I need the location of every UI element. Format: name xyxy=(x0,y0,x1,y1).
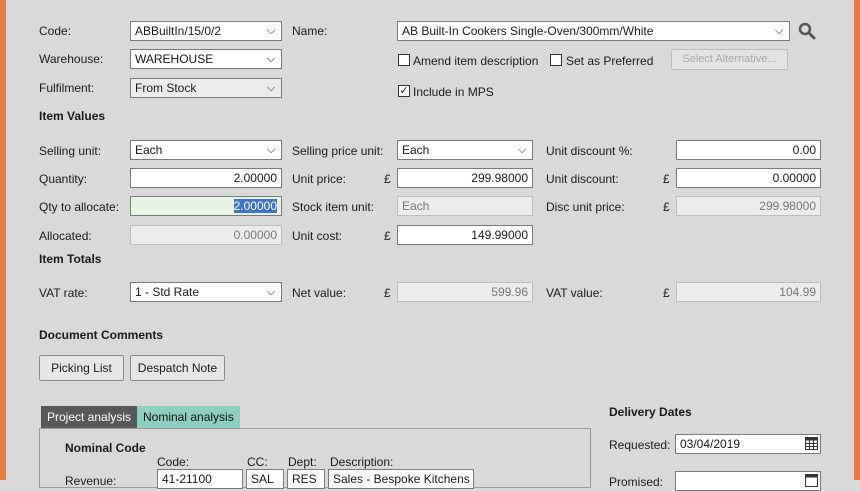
revenue-description-input[interactable]: Sales - Bespoke Kitchens xyxy=(328,469,474,489)
revenue-cc-input[interactable]: SAL xyxy=(246,469,284,489)
selling-unit-value: Each xyxy=(135,143,163,157)
stock-item-unit-label: Stock item unit: xyxy=(292,200,375,214)
calendar-icon[interactable] xyxy=(805,435,818,453)
chevron-down-icon: ⌵ xyxy=(266,25,276,37)
selling-price-unit-value: Each xyxy=(402,143,430,157)
disc-unit-price-field: 299.98000 xyxy=(676,196,821,216)
selling-price-unit-combo[interactable]: Each ⌵ xyxy=(397,140,533,160)
despatch-note-button[interactable]: Despatch Note xyxy=(130,355,225,381)
selling-unit-label: Selling unit: xyxy=(39,144,102,158)
chevron-down-icon: ⌵ xyxy=(517,144,527,156)
warehouse-value: WAREHOUSE xyxy=(135,52,214,66)
calendar-icon[interactable] xyxy=(805,472,818,490)
fulfilment-combo[interactable]: From Stock ⌵ xyxy=(130,78,282,98)
name-combo[interactable]: AB Built-In Cookers Single-Oven/300mm/Wh… xyxy=(397,21,790,41)
unit-cost-input[interactable]: 149.99000 xyxy=(397,225,533,245)
vat-rate-label: VAT rate: xyxy=(39,286,88,300)
fulfilment-label: Fulfilment: xyxy=(39,81,95,95)
net-value-label: Net value: xyxy=(292,286,347,300)
promised-date-input[interactable] xyxy=(675,471,821,491)
vat-value-field: 104.99 xyxy=(676,282,821,302)
currency-symbol: £ xyxy=(663,286,670,300)
chevron-down-icon: ⌵ xyxy=(266,82,276,94)
requested-date-input[interactable]: 03/04/2019 xyxy=(675,434,821,454)
currency-symbol: £ xyxy=(384,286,391,300)
include-mps-label: Include in MPS xyxy=(413,85,494,99)
warehouse-label: Warehouse: xyxy=(39,52,104,66)
chevron-down-icon: ⌵ xyxy=(266,286,276,298)
selling-price-unit-label: Selling price unit: xyxy=(292,144,384,158)
unit-price-label: Unit price: xyxy=(292,172,347,186)
stock-item-unit-field: Each xyxy=(397,196,533,216)
unit-discount-label: Unit discount: xyxy=(546,172,619,186)
quantity-label: Quantity: xyxy=(39,172,88,186)
description-column-header: Description: xyxy=(330,455,394,469)
quantity-input[interactable]: 2.00000 xyxy=(130,168,282,188)
chevron-down-icon: ⌵ xyxy=(774,25,784,37)
document-comments-heading: Document Comments xyxy=(39,328,164,342)
select-alternative-button[interactable]: Select Alternative... xyxy=(671,49,788,70)
set-preferred-label: Set as Preferred xyxy=(566,54,654,68)
warehouse-combo[interactable]: WAREHOUSE ⌵ xyxy=(130,49,282,69)
currency-symbol: £ xyxy=(384,172,391,186)
fulfilment-value: From Stock xyxy=(135,81,197,95)
promised-label: Promised: xyxy=(609,475,664,489)
dept-column-header: Dept: xyxy=(288,455,317,469)
qty-to-allocate-value: 2.00000 xyxy=(233,199,277,213)
code-label: Code: xyxy=(39,24,72,38)
net-value-field: 599.96 xyxy=(397,282,533,302)
allocated-label: Allocated: xyxy=(39,229,92,243)
chevron-down-icon: ⌵ xyxy=(266,144,276,156)
qty-to-allocate-label: Qty to allocate: xyxy=(39,200,120,214)
picking-list-button[interactable]: Picking List xyxy=(39,355,124,381)
window-frame-right xyxy=(854,0,860,480)
tab-project-analysis[interactable]: Project analysis xyxy=(41,406,138,428)
requested-label: Requested: xyxy=(609,438,671,452)
include-mps-checkbox[interactable]: ✓ xyxy=(398,85,410,97)
amend-description-checkbox[interactable] xyxy=(398,54,410,66)
code-value: ABBuiltIn/15/0/2 xyxy=(135,24,222,38)
revenue-dept-input[interactable]: RES xyxy=(287,469,325,489)
vat-value-label: VAT value: xyxy=(546,286,603,300)
unit-discount-input[interactable]: 0.00000 xyxy=(676,168,821,188)
chevron-down-icon: ⌵ xyxy=(266,53,276,65)
search-icon[interactable] xyxy=(798,22,816,43)
item-values-heading: Item Values xyxy=(39,109,106,123)
revenue-label: Revenue: xyxy=(65,474,117,488)
name-label: Name: xyxy=(292,24,328,38)
qty-to-allocate-input[interactable]: 2.00000 xyxy=(130,196,282,216)
code-column-header: Code: xyxy=(157,455,190,469)
vat-rate-value: 1 - Std Rate xyxy=(135,285,200,299)
name-value: AB Built-In Cookers Single-Oven/300mm/Wh… xyxy=(402,24,654,38)
cc-column-header: CC: xyxy=(247,455,268,469)
vat-rate-combo[interactable]: 1 - Std Rate ⌵ xyxy=(130,282,282,302)
unit-cost-label: Unit cost: xyxy=(292,229,343,243)
window-frame-left xyxy=(0,0,6,480)
currency-symbol: £ xyxy=(663,172,670,186)
tab-nominal-analysis[interactable]: Nominal analysis xyxy=(137,406,240,428)
selling-unit-combo[interactable]: Each ⌵ xyxy=(130,140,282,160)
amend-description-label: Amend item description xyxy=(413,54,539,68)
delivery-dates-heading: Delivery Dates xyxy=(609,405,692,419)
allocated-field: 0.00000 xyxy=(130,225,282,245)
unit-price-input[interactable]: 299.98000 xyxy=(397,168,533,188)
item-totals-heading: Item Totals xyxy=(39,252,102,266)
requested-date-value: 03/04/2019 xyxy=(680,437,741,451)
revenue-code-input[interactable]: 41-21100 xyxy=(157,469,243,489)
set-preferred-checkbox[interactable] xyxy=(550,54,562,66)
unit-discount-pct-label: Unit discount %: xyxy=(546,144,633,158)
currency-symbol: £ xyxy=(384,229,391,243)
code-combo[interactable]: ABBuiltIn/15/0/2 ⌵ xyxy=(130,21,282,41)
unit-discount-pct-input[interactable]: 0.00 xyxy=(676,140,821,160)
disc-unit-price-label: Disc unit price: xyxy=(546,200,625,214)
nominal-code-heading: Nominal Code xyxy=(65,441,146,455)
currency-symbol: £ xyxy=(663,200,670,214)
